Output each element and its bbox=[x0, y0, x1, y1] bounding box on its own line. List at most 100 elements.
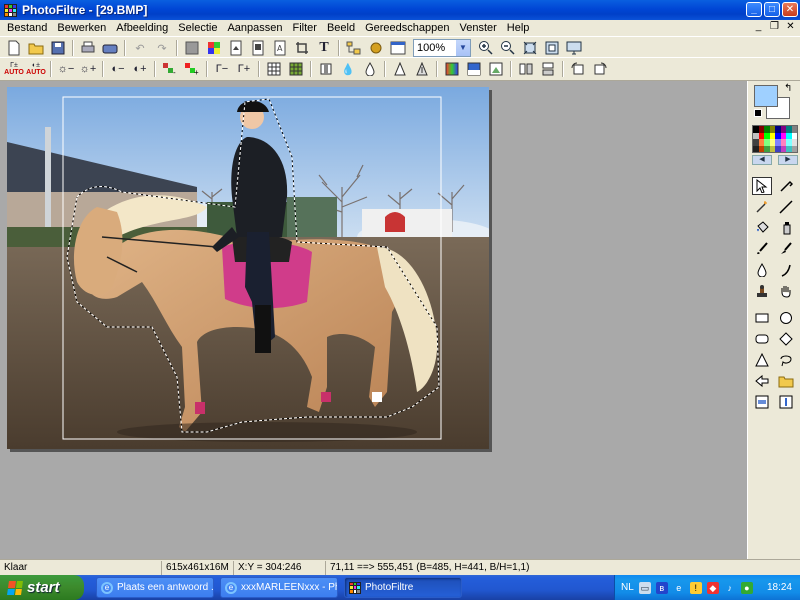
foreground-color-swatch[interactable] bbox=[754, 85, 778, 107]
auto-levels-icon[interactable]: Γ± AUTO bbox=[4, 60, 24, 78]
gamma-minus-icon[interactable]: Γ− bbox=[213, 60, 231, 78]
texture-icon[interactable] bbox=[287, 60, 305, 78]
menu-venster[interactable]: Venster bbox=[454, 22, 501, 34]
clock[interactable]: 18:24 bbox=[767, 582, 792, 593]
update-icon[interactable]: ! bbox=[689, 581, 702, 594]
menu-filter[interactable]: Filter bbox=[287, 22, 321, 34]
menu-afbeelding[interactable]: Afbeelding bbox=[111, 22, 173, 34]
redo-icon[interactable]: ↷ bbox=[153, 39, 171, 57]
sharpen-icon[interactable] bbox=[361, 60, 379, 78]
polygon-shape-icon[interactable] bbox=[752, 372, 772, 390]
flip-horizontal-icon[interactable] bbox=[517, 60, 535, 78]
network-icon[interactable]: ▭ bbox=[638, 581, 651, 594]
smudge-finger-icon[interactable] bbox=[776, 261, 796, 279]
clone-stamp-icon[interactable] bbox=[752, 282, 772, 300]
open-shape-folder-icon[interactable] bbox=[776, 372, 796, 390]
contrast-minus-icon[interactable]: ◐− bbox=[109, 60, 127, 78]
image-size-icon[interactable] bbox=[227, 39, 245, 57]
menu-help[interactable]: Help bbox=[502, 22, 535, 34]
palette-next-icon[interactable]: ▶ bbox=[778, 155, 798, 165]
lasso-shape-icon[interactable] bbox=[776, 351, 796, 369]
rotate-left-icon[interactable] bbox=[569, 60, 587, 78]
volume-icon[interactable]: ♪ bbox=[724, 582, 736, 594]
workspace[interactable] bbox=[0, 81, 747, 559]
menu-gereedschappen[interactable]: Gereedschappen bbox=[360, 22, 454, 34]
brightness-plus-icon[interactable]: ☼+ bbox=[79, 60, 97, 78]
gradient-icon[interactable] bbox=[443, 60, 461, 78]
bluetooth-icon[interactable]: ʙ bbox=[655, 581, 668, 594]
taskbar-item-forum[interactable]: e Plaats een antwoord ... bbox=[96, 577, 214, 598]
doc-minimize-button[interactable]: _ bbox=[752, 21, 765, 34]
plugin-icon[interactable] bbox=[367, 39, 385, 57]
chevron-down-icon[interactable]: ▼ bbox=[456, 40, 470, 56]
advanced-brush-icon[interactable] bbox=[776, 240, 796, 258]
fill-bucket-icon[interactable] bbox=[752, 219, 772, 237]
zoom-out-icon[interactable] bbox=[499, 39, 517, 57]
undo-icon[interactable]: ↶ bbox=[131, 39, 149, 57]
zoom-in-icon[interactable] bbox=[477, 39, 495, 57]
rotate-right-icon[interactable] bbox=[591, 60, 609, 78]
diamond-shape-icon[interactable] bbox=[776, 330, 796, 348]
gamma-plus-icon[interactable]: Γ+ bbox=[235, 60, 253, 78]
taskbar-item-photofiltre[interactable]: PhotoFiltre bbox=[344, 577, 462, 598]
color-palette-icon[interactable] bbox=[205, 39, 223, 57]
auto-contrast-icon[interactable]: ◐± AUTO bbox=[26, 60, 46, 78]
language-indicator[interactable]: NL bbox=[621, 582, 634, 593]
zoom-select[interactable]: 100% ▼ bbox=[413, 39, 471, 57]
selection-hide-icon[interactable] bbox=[752, 393, 772, 411]
ellipse-shape-icon[interactable] bbox=[776, 309, 796, 327]
contrast-plus-icon[interactable]: ◐+ bbox=[131, 60, 149, 78]
msn-icon[interactable]: ● bbox=[740, 581, 753, 594]
reset-colors-icon[interactable] bbox=[754, 109, 762, 117]
grid-filter-icon[interactable] bbox=[265, 60, 283, 78]
saturation-plus-icon[interactable]: + bbox=[183, 60, 201, 78]
frame-icon[interactable] bbox=[487, 60, 505, 78]
canvas-size-icon[interactable] bbox=[249, 39, 267, 57]
pointer-tool-icon[interactable] bbox=[752, 177, 772, 195]
blur-drop-icon[interactable] bbox=[752, 261, 772, 279]
color-picker-icon[interactable] bbox=[776, 177, 796, 195]
text-icon[interactable]: T bbox=[315, 39, 333, 57]
sky-icon[interactable] bbox=[465, 60, 483, 78]
palette-prev-icon[interactable]: ◀ bbox=[752, 155, 772, 165]
rectangle-shape-icon[interactable] bbox=[752, 309, 772, 327]
taskbar-item-profile[interactable]: e xxxMARLEENxxx - Ph... bbox=[220, 577, 338, 598]
swap-colors-icon[interactable]: ↰ bbox=[784, 83, 792, 94]
noise-icon[interactable] bbox=[391, 60, 409, 78]
spray-can-icon[interactable] bbox=[776, 219, 796, 237]
explorer-icon[interactable] bbox=[345, 39, 363, 57]
fullscreen-icon[interactable] bbox=[565, 39, 583, 57]
print-icon[interactable] bbox=[79, 39, 97, 57]
rounded-rectangle-shape-icon[interactable] bbox=[752, 330, 772, 348]
close-button[interactable]: ✕ bbox=[782, 2, 798, 17]
maximize-button[interactable]: □ bbox=[764, 2, 780, 17]
window-icon[interactable] bbox=[389, 39, 407, 57]
new-file-icon[interactable] bbox=[5, 39, 23, 57]
scan-icon[interactable] bbox=[101, 39, 119, 57]
save-icon[interactable] bbox=[49, 39, 67, 57]
soften-icon[interactable] bbox=[317, 60, 335, 78]
blur-icon[interactable]: 💧 bbox=[339, 60, 357, 78]
selection-info-icon[interactable] bbox=[776, 393, 796, 411]
doc-restore-button[interactable]: ❐ bbox=[768, 21, 781, 34]
triangle-shape-icon[interactable] bbox=[752, 351, 772, 369]
flip-vertical-icon[interactable] bbox=[539, 60, 557, 78]
emboss-icon[interactable] bbox=[413, 60, 431, 78]
color-palette[interactable] bbox=[752, 125, 798, 153]
magic-wand-icon[interactable] bbox=[752, 198, 772, 216]
menu-selectie[interactable]: Selectie bbox=[173, 22, 222, 34]
line-tool-icon[interactable] bbox=[776, 198, 796, 216]
menu-bewerken[interactable]: Bewerken bbox=[52, 22, 111, 34]
saturation-minus-icon[interactable]: - bbox=[161, 60, 179, 78]
brightness-minus-icon[interactable]: ☼− bbox=[57, 60, 75, 78]
doc-close-button[interactable]: ✕ bbox=[784, 21, 797, 34]
crop-icon[interactable] bbox=[293, 39, 311, 57]
resize-icon[interactable]: A bbox=[271, 39, 289, 57]
menu-aanpassen[interactable]: Aanpassen bbox=[222, 22, 287, 34]
open-folder-icon[interactable] bbox=[27, 39, 45, 57]
fit-window-icon[interactable] bbox=[543, 39, 561, 57]
hand-scroll-icon[interactable] bbox=[776, 282, 796, 300]
brush-icon[interactable] bbox=[752, 240, 772, 258]
start-button[interactable]: start bbox=[0, 575, 84, 600]
antivirus-icon[interactable]: ◆ bbox=[706, 581, 719, 594]
